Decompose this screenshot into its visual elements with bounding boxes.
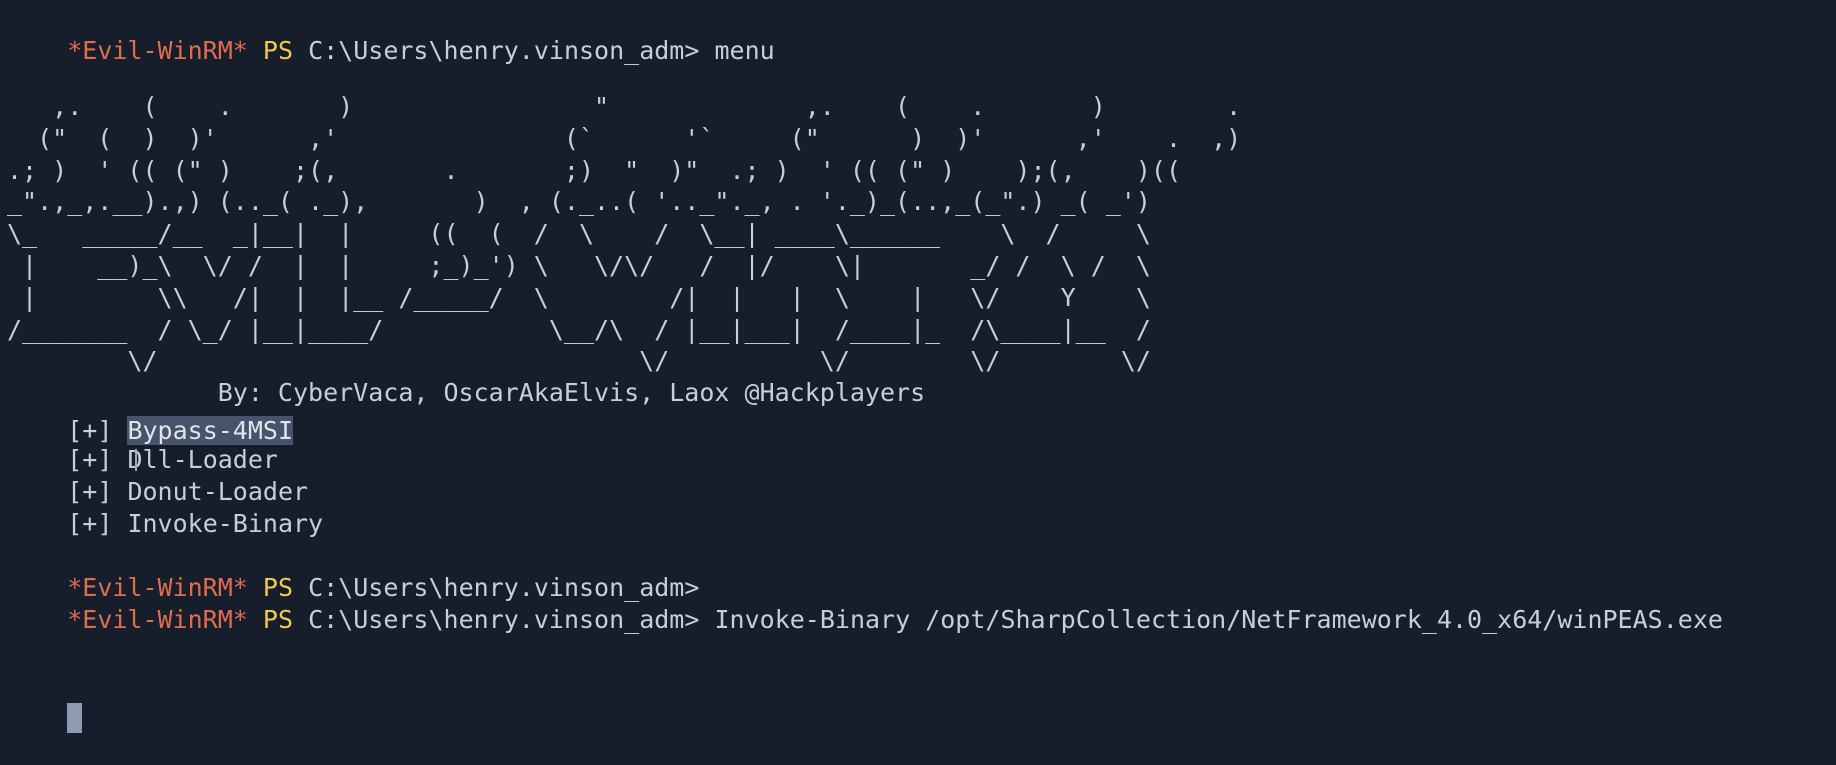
evil-winrm-ascii-banner: ,. ( . ) " ,. ( . ) . (" ( ) )' ,' (` '`… [7, 91, 1241, 409]
prompt-line-empty: *Evil-WinRM* PS C:\Users\henry.vinson_ad… [7, 540, 699, 602]
banner-line: ,. ( . ) " ,. ( . ) . [7, 92, 1242, 121]
prompt-path: C:\Users\henry.vinson_adm> [308, 605, 700, 634]
block-cursor-icon [67, 703, 83, 733]
banner-line: | __)_\ \/ / | | ;_)_') \ \/\/ / |/ \| _… [7, 250, 1151, 280]
menu-item-donut-loader[interactable]: [+] Donut-Loader [7, 444, 308, 506]
invoke-binary-command: Invoke-Binary /opt/SharpCollection/NetFr… [714, 605, 1723, 634]
prompt-ps-label: PS [262, 36, 294, 65]
menu-item-label[interactable]: Invoke-Binary [127, 509, 323, 538]
banner-line: _".,_,.__).,) (.._( ._), ) , (._..( '.._… [7, 187, 1151, 217]
command-text: menu [714, 36, 775, 65]
banner-line: \/ \/ \/ \/ \/ [7, 346, 1151, 376]
input-line[interactable] [7, 669, 83, 733]
banner-line: /_______ / \_/ |__|____/ \__/\ / |__|___… [7, 314, 1151, 344]
prompt-line-menu: *Evil-WinRM* PS C:\Users\henry.vinson_ad… [7, 3, 774, 65]
banner-line: .; ) ' (( (" ) ;(, . ;) " )" .; ) ' (( (… [7, 155, 1181, 185]
prompt-path: C:\Users\henry.vinson_adm> [308, 36, 700, 65]
menu-item-prefix: [+] [67, 509, 128, 538]
banner-line: \_ _____/__ _|__| | (( ( / \ / \__| ____… [7, 219, 1151, 249]
banner-line: (" ( ) )' ,' (` '` (" ) )' ,' . ,) [7, 123, 1242, 153]
i-beam-cursor-icon [135, 449, 137, 471]
menu-item-invoke-binary[interactable]: [+] Invoke-Binary [7, 476, 323, 538]
prompt-ps-label: PS [262, 605, 294, 634]
menu-item-dll-loader[interactable]: [+] Dll-Loader [7, 412, 278, 474]
banner-line: | \\ /| | |__ /_____/ \ /| | | \ | \/ Y … [7, 282, 1151, 312]
prompt-evil-label: *Evil-WinRM* [67, 36, 248, 65]
prompt-evil-label: *Evil-WinRM* [67, 605, 248, 634]
prompt-line-invoke-binary: *Evil-WinRM* PS C:\Users\henry.vinson_ad… [7, 572, 1723, 634]
terminal-window[interactable]: *Evil-WinRM* PS C:\Users\henry.vinson_ad… [7, 3, 1829, 733]
menu-item-bypass-4msi[interactable]: [+] Bypass-4MSI [7, 383, 294, 445]
